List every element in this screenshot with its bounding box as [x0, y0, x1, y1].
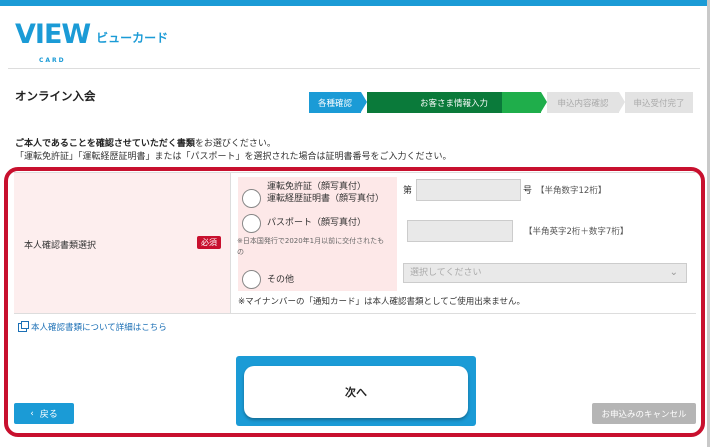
passport-hint: 【半角英字2桁＋数字7桁】: [524, 227, 629, 237]
mynumber-note: ※マイナンバーの「通知カード」は本人確認書類としてご使用出来ません。: [238, 297, 525, 307]
select-placeholder: 選択してください: [410, 268, 482, 278]
radio-passport[interactable]: [242, 214, 261, 233]
back-label: 戻る: [39, 410, 58, 420]
logo-mark: VIEW CARD: [15, 19, 91, 64]
step-2-current: お客さま情報入力: [367, 92, 547, 113]
option-other-label: その他: [267, 275, 295, 285]
intro-bold: ご本人であることを確認させていただく書類: [15, 139, 195, 149]
passport-note: ※日本国発行で2020年1月以前に交付されたも の: [237, 236, 384, 258]
external-window-icon: [18, 320, 29, 332]
option-license-label: 運転免許証（顔写真付） 運転経歴証明書（顔写真付）: [267, 181, 384, 205]
id-document-detail-link[interactable]: 本人確認書類について詳細はこちら: [18, 320, 167, 333]
passport-number-input[interactable]: [407, 220, 513, 242]
header-divider: [8, 68, 700, 69]
passport-note-line2: の: [237, 248, 244, 256]
logo-mark-text: VIEW: [15, 19, 91, 50]
other-document-select[interactable]: 選択してください ⌄: [403, 263, 687, 283]
progress-steps: 各種確認 お客さま情報入力 申込内容確認 申込受付完了: [309, 92, 699, 113]
next-button-area: 次へ: [236, 356, 476, 426]
row-label-cell: 本人確認書類選択 必須: [14, 173, 231, 313]
top-accent-bar: [0, 0, 710, 6]
license-line2: 運転経歴証明書（顔写真付）: [267, 194, 385, 204]
license-line1: 運転免許証（顔写真付）: [267, 182, 367, 192]
row-label: 本人確認書類選択: [24, 241, 97, 251]
id-document-row: 本人確認書類選択 必須 運転免許証（顔写真付） 運転経歴証明書（顔写真付） パス…: [14, 172, 696, 314]
license-number-input[interactable]: [416, 179, 521, 201]
required-badge: 必須: [197, 236, 221, 249]
back-button[interactable]: ‹ 戻る: [14, 403, 74, 424]
intro-text: ご本人であることを確認させていただく書類をお選びください。 「運転免許証」「運転…: [15, 138, 452, 164]
radio-other[interactable]: [242, 270, 261, 289]
intro-line1-rest: をお選びください。: [194, 139, 276, 149]
license-suffix: 号: [523, 186, 533, 196]
view-card-logo: VIEW CARD ビューカード: [15, 19, 169, 64]
step-1: 各種確認: [309, 92, 367, 113]
logo-sub-text: CARD: [39, 57, 66, 64]
license-prefix: 第: [403, 186, 413, 196]
detail-link-text: 本人確認書類について詳細はこちら: [31, 323, 167, 333]
license-hint: 【半角数字12桁】: [536, 186, 607, 196]
radio-license[interactable]: [242, 189, 261, 208]
logo-text: ビューカード: [96, 31, 169, 45]
option-passport-label: パスポート（顔写真付）: [267, 218, 367, 228]
step-3: 申込内容確認: [547, 92, 625, 113]
cancel-application-button[interactable]: お申込みのキャンセル: [592, 403, 696, 424]
step-4: 申込受付完了: [625, 92, 693, 113]
passport-note-line1: ※日本国発行で2020年1月以前に交付されたも: [237, 237, 385, 245]
chevron-left-icon: ‹: [30, 408, 34, 419]
chevron-down-icon: ⌄: [669, 267, 678, 278]
page-title: オンライン入会: [15, 89, 96, 103]
intro-line2: 「運転免許証」「運転経歴証明書」または「パスポート」を選択された場合は証明書番号…: [15, 152, 452, 162]
next-button[interactable]: 次へ: [244, 366, 468, 418]
